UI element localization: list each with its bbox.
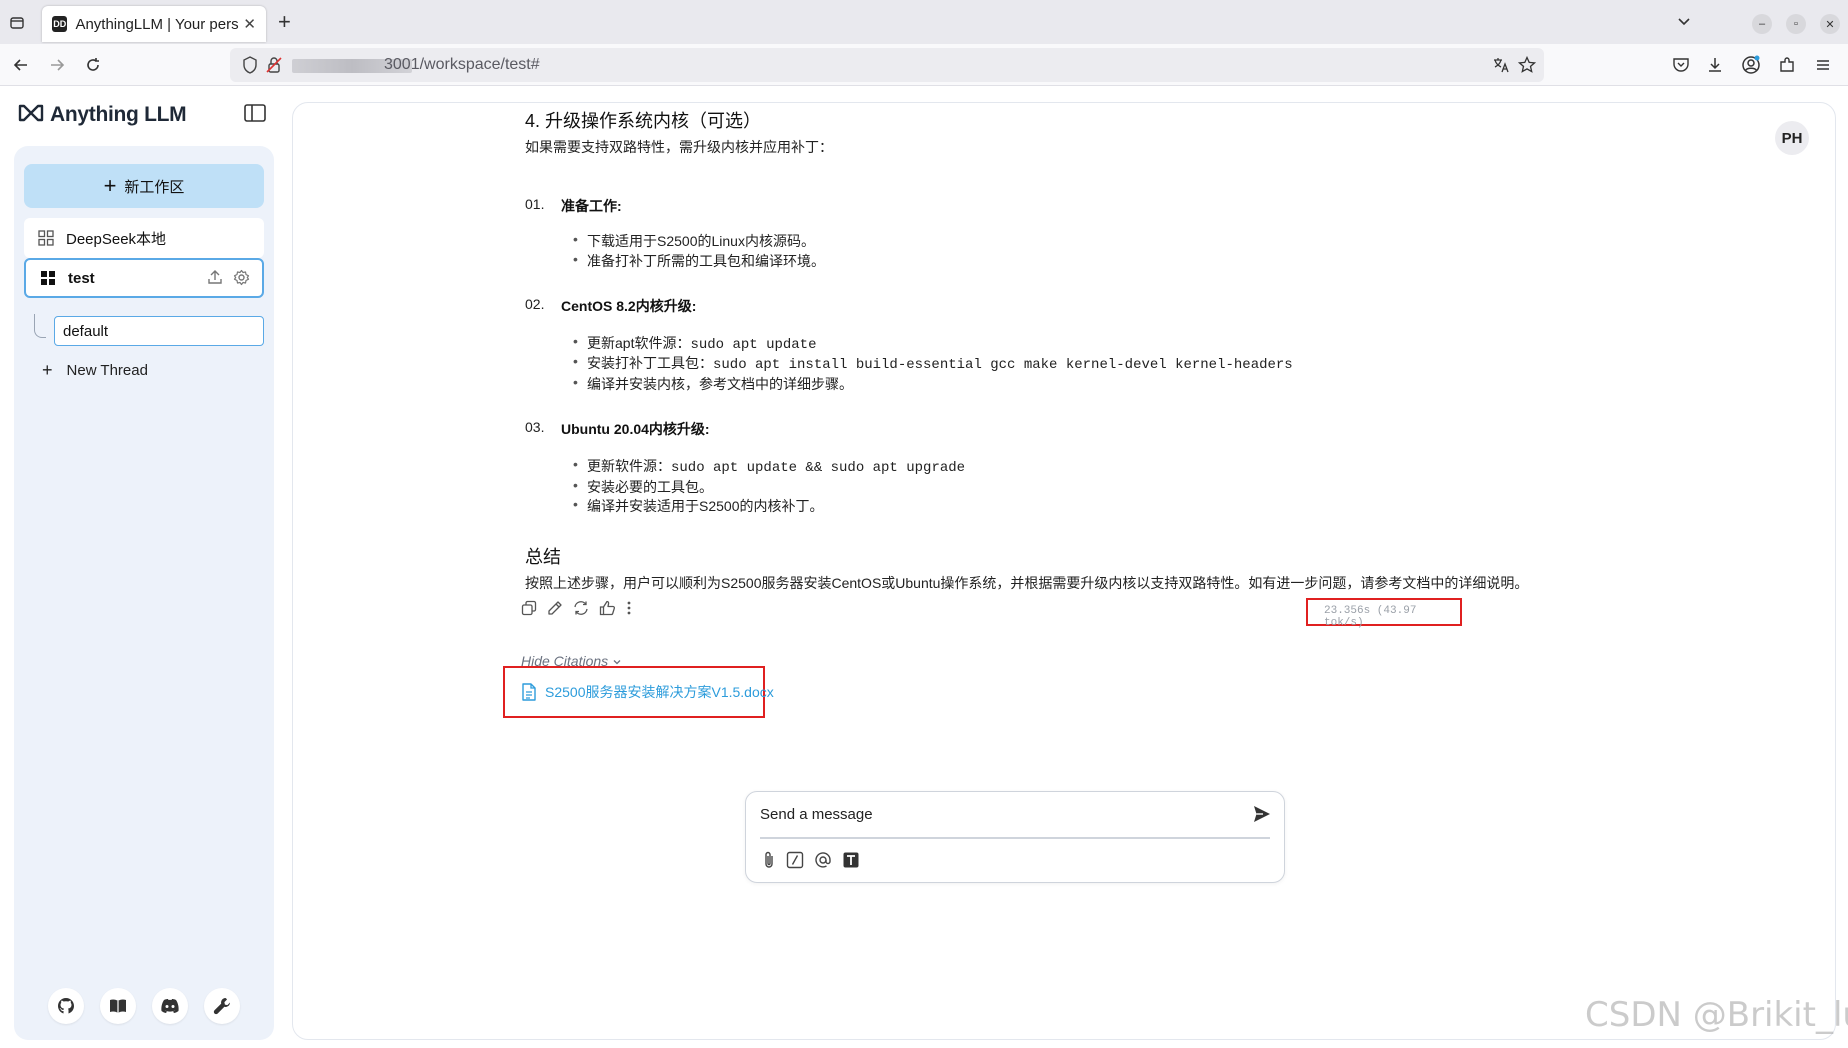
account-icon[interactable] xyxy=(1740,54,1762,76)
at-mention-icon[interactable] xyxy=(814,851,832,869)
thread-tree-line xyxy=(34,314,46,338)
step-number: 03. xyxy=(525,419,545,435)
response-timing: 23.356s (43.97 tok/s) xyxy=(1306,598,1462,629)
browser-tab[interactable]: DD AnythingLLM | Your personal LLM ✕ xyxy=(42,6,266,42)
document-icon xyxy=(522,683,536,701)
send-icon[interactable] xyxy=(1252,804,1272,829)
anythingllm-logo-icon xyxy=(18,104,44,127)
list-item: 准备打补丁所需的工具包和编译环境。 xyxy=(573,251,825,271)
browser-tab-bar: DD AnythingLLM | Your personal LLM ✕ + –… xyxy=(0,0,1848,44)
sidebar: + 新工作区 DeepSeek本地 test default + New Thr… xyxy=(14,146,274,1040)
download-icon[interactable] xyxy=(1704,54,1726,76)
chevron-down-icon[interactable] xyxy=(1676,13,1692,34)
new-thread-button[interactable]: + New Thread xyxy=(42,360,148,381)
anythingllm-app: Anything LLM + 新工作区 DeepSeek本地 test defa… xyxy=(0,86,1848,1048)
summary-heading: 总结 xyxy=(525,547,561,567)
list-item: 更新软件源：sudo apt update && sudo apt upgrad… xyxy=(573,456,966,476)
citation-highlight: S2500服务器安装解决方案V1.5.docx xyxy=(503,666,774,718)
section-intro: 如果需要支持双路特性，需升级内核并应用补丁： xyxy=(525,139,833,155)
attachment-paperclip-icon[interactable] xyxy=(762,850,776,870)
discord-icon[interactable] xyxy=(152,988,188,1024)
inline-code: sudo apt install build-essential gcc mak… xyxy=(713,357,1293,373)
hamburger-menu-icon[interactable] xyxy=(1812,54,1834,76)
insecure-lock-icon[interactable] xyxy=(266,56,282,79)
more-options-icon[interactable] xyxy=(626,600,632,616)
workspace-item-deepseek[interactable]: DeepSeek本地 xyxy=(24,218,264,258)
minimize-window-icon[interactable]: – xyxy=(1752,14,1772,34)
step-number: 01. xyxy=(525,196,545,212)
composer-divider xyxy=(760,837,1270,839)
reload-icon[interactable] xyxy=(82,54,104,76)
wrench-icon[interactable] xyxy=(204,988,240,1024)
translate-icon[interactable] xyxy=(1492,56,1510,79)
text-format-icon[interactable] xyxy=(842,851,860,869)
thumbs-up-icon[interactable] xyxy=(599,600,616,616)
book-icon[interactable] xyxy=(100,988,136,1024)
citation-filename: S2500服务器安装解决方案V1.5.docx xyxy=(545,684,774,700)
plus-icon: + xyxy=(42,360,53,380)
upload-icon[interactable] xyxy=(207,269,223,290)
sidebar-footer xyxy=(48,988,240,1024)
inline-code: sudo apt update xyxy=(690,337,817,353)
anythingllm-favicon-icon: DD xyxy=(52,16,68,32)
url-text: 3001/workspace/test# xyxy=(384,56,540,73)
thread-item-default[interactable]: default xyxy=(54,316,264,346)
slash-command-icon[interactable] xyxy=(786,851,804,869)
back-icon[interactable] xyxy=(10,54,32,76)
list-item: 编译并安装内核，参考文档中的详细步骤。 xyxy=(573,374,853,394)
copy-icon[interactable] xyxy=(521,600,537,616)
close-tab-icon[interactable]: ✕ xyxy=(243,15,256,33)
new-tab-icon[interactable]: + xyxy=(278,11,291,33)
step-title: CentOS 8.2内核升级: xyxy=(561,298,697,314)
chat-panel: PH 4. 升级操作系统内核（可选） 如果需要支持双路特性，需升级内核并应用补丁… xyxy=(292,102,1836,1040)
shield-icon[interactable] xyxy=(242,56,258,79)
forward-icon[interactable] xyxy=(46,54,68,76)
brand-logo[interactable]: Anything LLM xyxy=(18,102,187,128)
message-composer xyxy=(745,791,1285,883)
workspace-grid-icon xyxy=(38,230,54,246)
regenerate-icon[interactable] xyxy=(573,600,589,616)
summary-text: 按照上述步骤，用户可以顺利为S2500服务器安装CentOS或Ubuntu操作系… xyxy=(525,575,1529,591)
step-title: Ubuntu 20.04内核升级: xyxy=(561,421,710,437)
restore-window-icon[interactable]: ▫ xyxy=(1786,14,1806,34)
edit-pencil-icon[interactable] xyxy=(547,600,563,616)
close-window-icon[interactable]: ✕ xyxy=(1820,14,1840,34)
plus-icon: + xyxy=(103,173,117,198)
composer-toolbar xyxy=(762,850,860,870)
sidebar-toggle-icon[interactable] xyxy=(244,104,266,127)
brand-name: Anything LLM xyxy=(50,103,187,126)
message-actions xyxy=(521,600,632,616)
github-icon[interactable] xyxy=(48,988,84,1024)
tab-title: AnythingLLM | Your personal LLM xyxy=(75,15,239,33)
step-number: 02. xyxy=(525,296,545,312)
browser-nav-bar: 3001/workspace/test# xyxy=(0,44,1848,86)
list-item: 安装打补丁工具包：sudo apt install build-essentia… xyxy=(573,353,1293,373)
bookmark-star-icon[interactable] xyxy=(1517,55,1537,79)
workspace-name: DeepSeek本地 xyxy=(66,230,167,248)
user-avatar[interactable]: PH xyxy=(1775,121,1809,155)
message-input[interactable] xyxy=(760,802,1220,826)
workspace-item-test[interactable]: test xyxy=(24,258,264,298)
new-workspace-label: 新工作区 xyxy=(124,178,185,196)
section-heading: 4. 升级操作系统内核（可选） xyxy=(525,111,762,131)
csdn-watermark: CSDN @Brikit_lu xyxy=(1585,995,1848,1035)
new-workspace-button[interactable]: + 新工作区 xyxy=(24,164,264,208)
inline-code: sudo apt update && sudo apt upgrade xyxy=(671,460,966,476)
new-thread-label: New Thread xyxy=(66,362,148,379)
pocket-icon[interactable] xyxy=(1670,54,1692,76)
workspace-settings-gear-icon[interactable] xyxy=(233,269,250,290)
workspace-grid-filled-icon xyxy=(40,270,56,286)
step-title: 准备工作: xyxy=(561,198,622,214)
list-item: 下载适用于S2500的Linux内核源码。 xyxy=(573,231,815,251)
address-bar[interactable]: 3001/workspace/test# xyxy=(230,48,1544,82)
citation-file-link[interactable]: S2500服务器安装解决方案V1.5.docx xyxy=(521,682,774,702)
list-item: 编译并安装适用于S2500的内核补丁。 xyxy=(573,496,824,516)
extensions-icon[interactable] xyxy=(1776,54,1798,76)
list-item: 更新apt软件源：sudo apt update xyxy=(573,333,817,353)
tab-list-icon[interactable] xyxy=(6,12,28,34)
workspace-name: test xyxy=(68,269,95,287)
list-item: 安装必要的工具包。 xyxy=(573,477,713,497)
